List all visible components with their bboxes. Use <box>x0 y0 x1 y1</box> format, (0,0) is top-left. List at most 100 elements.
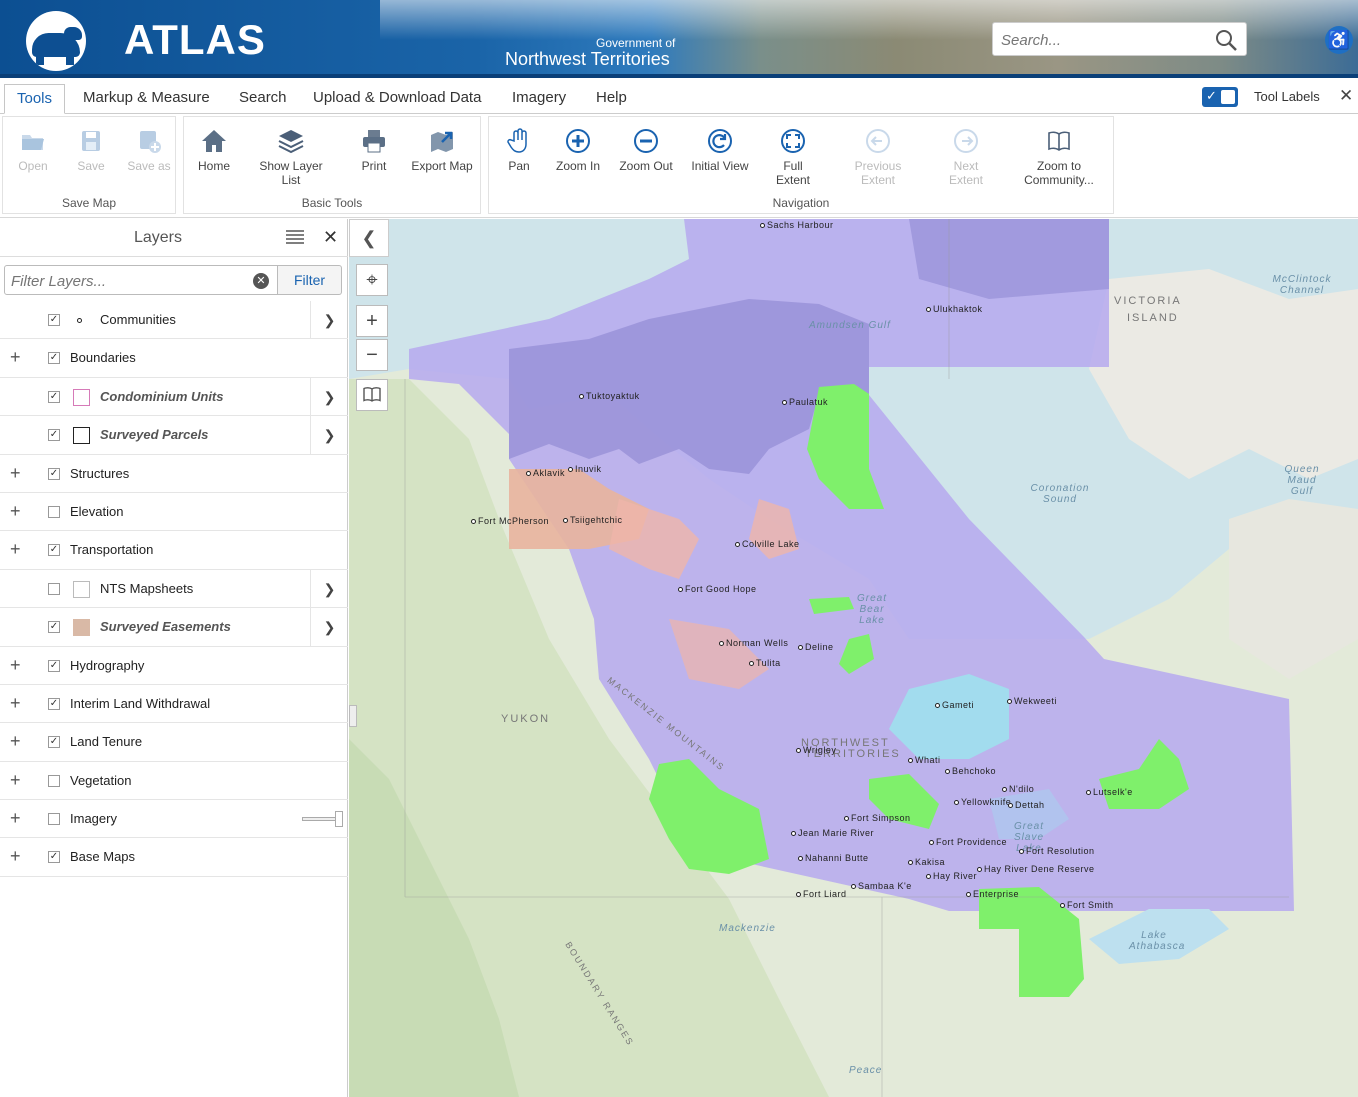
layer-row-transportation[interactable]: + ✓ Transportation <box>0 531 348 570</box>
layer-checkbox[interactable] <box>48 813 60 826</box>
community-label[interactable]: Tulita <box>749 658 781 668</box>
layer-row-structures[interactable]: + ✓ Structures <box>0 455 348 493</box>
layer-row-base-maps[interactable]: + ✓ Base Maps <box>0 838 348 877</box>
clear-filter-icon[interactable]: ✕ <box>253 273 269 289</box>
tab-tools[interactable]: Tools <box>4 84 66 114</box>
expand-plus-icon[interactable]: + <box>10 693 21 714</box>
chevron-right-icon[interactable]: ❯ <box>310 301 348 339</box>
layer-row-communities[interactable]: ✓ Communities ❯ <box>0 301 348 340</box>
expand-plus-icon[interactable]: + <box>10 770 21 791</box>
pan-button[interactable]: Pan <box>503 127 535 173</box>
layer-row-surveyed-parcels[interactable]: ✓ Surveyed Parcels ❯ <box>0 416 348 455</box>
community-label[interactable]: Sachs Harbour <box>760 220 834 230</box>
layer-row-interim-land-withdrawal[interactable]: + ✓ Interim Land Withdrawal <box>0 685 348 724</box>
community-label[interactable]: Tsiigehtchic <box>563 515 623 525</box>
show-layer-list-button[interactable]: Show Layer List <box>250 127 332 187</box>
community-label[interactable]: Behchoko <box>944 766 996 776</box>
chevron-right-icon[interactable]: ❯ <box>310 416 348 455</box>
expand-plus-icon[interactable]: + <box>10 347 21 368</box>
community-label[interactable]: Kakisa <box>907 857 945 867</box>
filter-button[interactable]: Filter <box>278 265 342 295</box>
previous-extent-button[interactable]: Previous Extent <box>837 127 919 187</box>
community-label[interactable]: Tuktoyaktuk <box>579 391 640 401</box>
community-label[interactable]: Hay River <box>925 871 977 881</box>
search-icon[interactable] <box>1214 28 1238 52</box>
expand-plus-icon[interactable]: + <box>10 501 21 522</box>
layer-checkbox[interactable] <box>48 505 60 518</box>
export-map-button[interactable]: Export Map <box>410 127 474 173</box>
bookmarks-book-icon[interactable] <box>356 379 388 411</box>
layer-checkbox[interactable]: ✓ <box>48 621 60 634</box>
community-label[interactable]: Jean Marie River <box>790 828 874 838</box>
chevron-right-icon[interactable]: ❯ <box>310 608 348 647</box>
filter-layers-input[interactable] <box>11 271 241 291</box>
community-label[interactable]: Dettah <box>1008 800 1045 810</box>
community-label[interactable]: N'dilo <box>1001 784 1034 794</box>
next-extent-button[interactable]: Next Extent <box>935 127 997 187</box>
layer-checkbox[interactable]: ✓ <box>48 429 60 442</box>
community-label[interactable]: Deline <box>798 642 834 652</box>
community-label[interactable]: Lutselk'e <box>1086 787 1133 797</box>
community-label[interactable]: Enterprise <box>965 889 1019 899</box>
community-label[interactable]: Wekweeti <box>1007 696 1057 706</box>
community-label[interactable]: Paulatuk <box>781 397 828 407</box>
expand-plus-icon[interactable]: + <box>10 539 21 560</box>
expand-plus-icon[interactable]: + <box>10 731 21 752</box>
chevron-right-icon[interactable]: ❯ <box>310 377 348 416</box>
opacity-slider[interactable] <box>302 811 343 828</box>
home-button[interactable]: Home <box>196 127 232 173</box>
community-label[interactable]: Fort Smith <box>1060 900 1114 910</box>
layer-checkbox[interactable]: ✓ <box>48 851 60 864</box>
zoom-in-map-button[interactable]: + <box>356 305 388 337</box>
community-label[interactable]: Hay River Dene Reserve <box>977 864 1095 874</box>
layer-row-land-tenure[interactable]: + ✓ Land Tenure <box>0 723 348 762</box>
expand-plus-icon[interactable]: + <box>10 463 21 484</box>
community-label[interactable]: Fort Good Hope <box>678 584 757 594</box>
full-extent-button[interactable]: Full Extent <box>765 127 821 187</box>
layer-row-boundaries[interactable]: + ✓ Boundaries <box>0 339 348 378</box>
layer-row-condominium-units[interactable]: ✓ Condominium Units ❯ <box>0 377 348 417</box>
panel-resize-handle[interactable] <box>349 705 357 727</box>
save-button[interactable]: Save <box>75 127 107 173</box>
community-label[interactable]: Norman Wells <box>718 638 788 648</box>
community-label[interactable]: Nahanni Butte <box>798 853 869 863</box>
layer-checkbox[interactable]: ✓ <box>48 314 60 326</box>
zoom-out-button[interactable]: Zoom Out <box>619 127 673 173</box>
search-input[interactable] <box>1001 29 1201 51</box>
zoom-to-community-button[interactable]: Zoom to Community... <box>1019 127 1099 187</box>
community-label[interactable]: Ulukhaktok <box>926 304 983 314</box>
zoom-out-map-button[interactable]: − <box>356 339 388 371</box>
collapse-panel-icon[interactable]: ❮ <box>349 219 389 257</box>
layer-checkbox[interactable]: ✓ <box>48 544 60 557</box>
initial-view-button[interactable]: Initial View <box>691 127 749 173</box>
layer-checkbox[interactable]: ✓ <box>48 467 60 480</box>
layer-row-elevation[interactable]: + Elevation <box>0 493 348 532</box>
layer-row-surveyed-easements[interactable]: ✓ Surveyed Easements ❯ <box>0 608 348 647</box>
community-label[interactable]: Fort McPherson <box>470 516 549 526</box>
community-label[interactable]: Aklavik <box>525 468 565 478</box>
expand-plus-icon[interactable]: + <box>10 808 21 829</box>
tab-imagery[interactable]: Imagery <box>500 84 578 114</box>
community-label[interactable]: Fort Liard <box>796 889 847 899</box>
open-button[interactable]: Open <box>17 127 49 173</box>
chevron-right-icon[interactable]: ❯ <box>310 569 348 608</box>
layer-checkbox[interactable] <box>48 582 60 595</box>
community-label[interactable]: Fort Simpson <box>844 813 911 823</box>
expand-plus-icon[interactable]: + <box>10 846 21 867</box>
community-label[interactable]: Gameti <box>934 700 974 710</box>
community-label[interactable]: Fort Resolution <box>1019 846 1095 856</box>
community-label[interactable]: Wrigley <box>795 745 836 755</box>
locate-me-icon[interactable]: ⌖ <box>356 264 388 296</box>
layer-checkbox[interactable]: ✓ <box>48 697 60 710</box>
tab-help[interactable]: Help <box>584 84 639 114</box>
community-label[interactable]: Inuvik <box>568 464 602 474</box>
map-view[interactable]: Amundsen Gulf McClintock Channel Queen M… <box>349 219 1358 1097</box>
layer-checkbox[interactable]: ✓ <box>48 352 60 365</box>
tab-search[interactable]: Search <box>227 84 299 114</box>
zoom-in-button[interactable]: Zoom In <box>555 127 601 173</box>
layer-checkbox[interactable] <box>48 774 60 787</box>
tab-markup-measure[interactable]: Markup & Measure <box>71 84 222 114</box>
accessibility-icon[interactable]: ♿ <box>1325 26 1353 54</box>
layer-checkbox[interactable]: ✓ <box>48 659 60 672</box>
layer-row-hydrography[interactable]: + ✓ Hydrography <box>0 647 348 685</box>
